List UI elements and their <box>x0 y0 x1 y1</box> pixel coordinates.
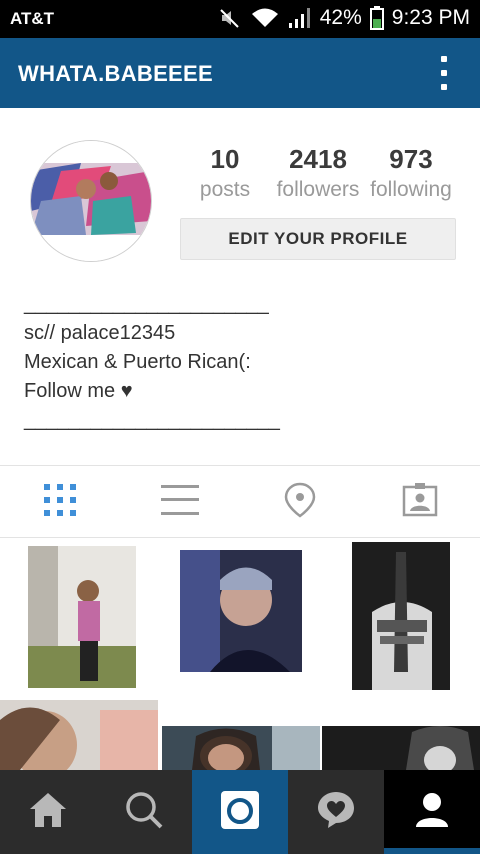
photo-thumbnail[interactable] <box>322 726 480 770</box>
profile-view-tabs <box>0 466 480 538</box>
bio-line: ______________________ <box>24 293 269 315</box>
nav-activity[interactable] <box>288 770 384 854</box>
status-bar: AT&T 42% 9:23 PM <box>0 0 480 38</box>
profile-stats: 10 posts 2418 followers 973 following <box>180 144 460 210</box>
tab-photo-map[interactable] <box>240 466 360 538</box>
posts-label: posts <box>199 178 251 201</box>
posts-count: 10 <box>210 144 240 174</box>
grid-view-icon <box>43 483 77 522</box>
edit-profile-button[interactable]: EDIT YOUR PROFILE <box>180 218 456 260</box>
profile-username: WHATA.BABEEEE <box>18 61 213 86</box>
battery-icon <box>369 6 384 30</box>
followers-stat[interactable]: 2418 followers <box>272 144 364 202</box>
followers-label: followers <box>276 178 360 201</box>
active-tab-indicator <box>384 848 480 854</box>
tab-list-view[interactable] <box>120 466 240 538</box>
posts-stat[interactable]: 10 posts <box>188 144 262 202</box>
location-pin-icon <box>284 482 316 523</box>
photo-grid <box>0 538 480 770</box>
following-stat[interactable]: 973 following <box>366 144 456 202</box>
camera-icon <box>220 790 260 835</box>
signal-icon <box>288 6 312 30</box>
following-label: following <box>370 178 452 201</box>
photo-thumbnail[interactable] <box>28 546 136 688</box>
bio-line: Follow me ♥ <box>24 380 133 402</box>
app-bar: WHATA.BABEEEE <box>0 38 480 108</box>
bio-line: _______________________ <box>24 409 280 431</box>
wifi-icon <box>250 6 280 30</box>
avatar[interactable] <box>30 140 152 262</box>
nav-profile[interactable] <box>384 770 480 854</box>
tab-grid-view[interactable] <box>0 466 120 538</box>
nav-search[interactable] <box>96 770 192 854</box>
clock: 9:23 PM <box>391 6 470 29</box>
battery-percent: 42% <box>319 6 362 29</box>
nav-camera[interactable] <box>192 770 288 854</box>
status-icons: 42% 9:23 PM <box>218 6 470 30</box>
photo-thumbnail[interactable] <box>0 700 158 770</box>
profile-icon <box>414 791 450 834</box>
following-count: 973 <box>389 144 433 174</box>
tagged-photos-icon <box>402 482 438 522</box>
nav-home[interactable] <box>0 770 96 854</box>
bio-line: sc// palace12345 <box>24 322 176 344</box>
home-icon <box>28 791 68 834</box>
followers-count: 2418 <box>289 144 347 174</box>
overflow-menu-icon[interactable] <box>434 56 454 90</box>
search-icon <box>124 790 164 835</box>
mute-icon <box>218 6 242 30</box>
profile-bio: ______________________ sc// palace12345 … <box>24 290 280 435</box>
tab-tagged-photos[interactable] <box>360 466 480 538</box>
activity-heart-icon <box>316 790 356 835</box>
carrier-label: AT&T <box>10 9 55 28</box>
bottom-nav <box>0 770 480 854</box>
photo-thumbnail[interactable] <box>180 550 302 672</box>
photo-thumbnail[interactable] <box>352 542 450 690</box>
bio-line: Mexican & Puerto Rican(: <box>24 351 251 373</box>
photo-thumbnail[interactable] <box>162 726 320 770</box>
list-view-icon <box>161 484 199 521</box>
